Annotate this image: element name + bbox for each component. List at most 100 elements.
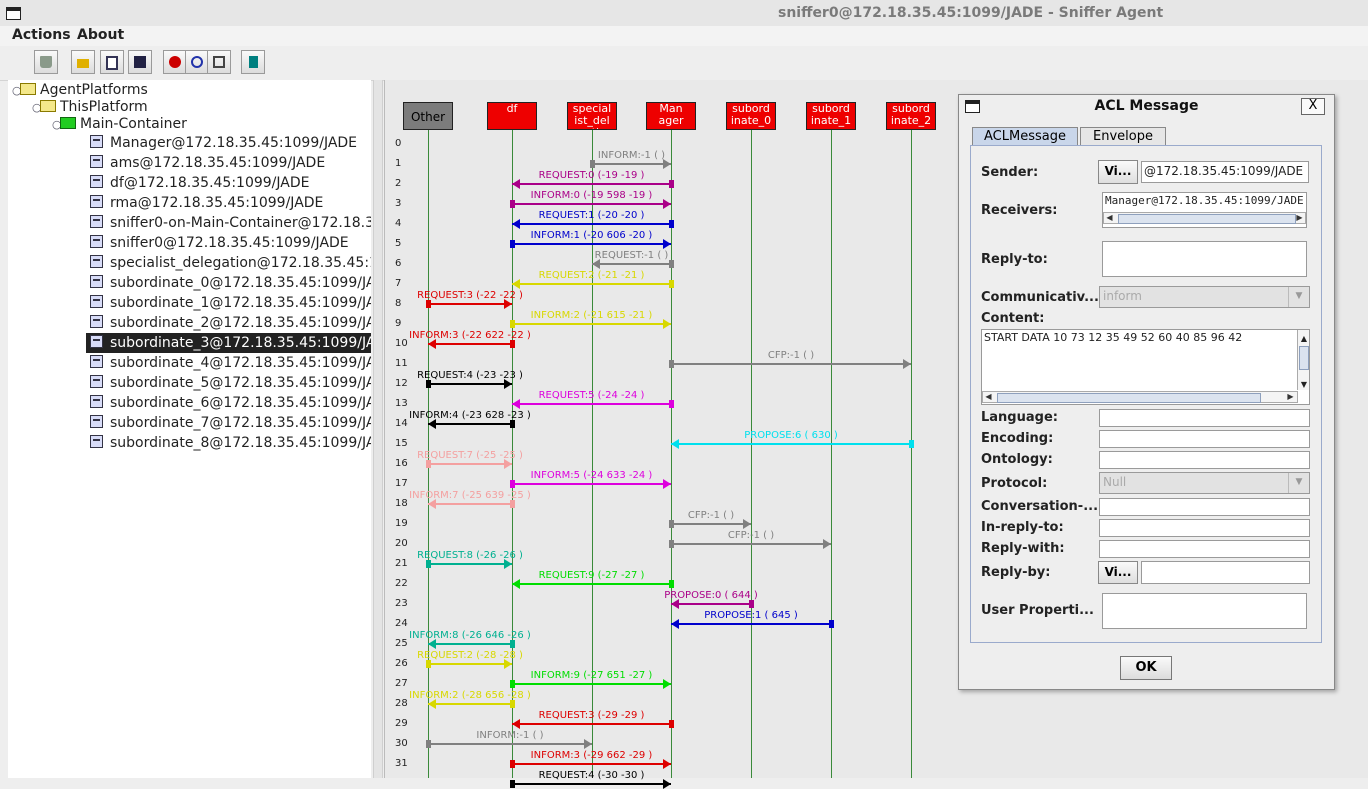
- message-arrow[interactable]: [671, 543, 831, 545]
- reply-by-field[interactable]: [1141, 561, 1310, 584]
- scroll-right-icon[interactable]: ▶: [1285, 392, 1296, 402]
- tree-agent-item[interactable]: subordinate_3@172.18.35.45:1099/JADE: [86, 333, 371, 353]
- reply-by-view-button[interactable]: Vi...: [1098, 561, 1138, 584]
- tree-agent-item[interactable]: subordinate_2@172.18.35.45:1099/JADE: [90, 313, 371, 333]
- message-arrow[interactable]: [592, 163, 671, 165]
- sender-field[interactable]: @172.18.35.45:1099/JADE: [1141, 161, 1309, 183]
- content-hscroll[interactable]: ◀ ▶: [982, 391, 1298, 403]
- message-arrow[interactable]: [671, 523, 751, 525]
- ok-button[interactable]: OK: [1120, 656, 1172, 680]
- message-arrow[interactable]: [428, 303, 512, 305]
- in-reply-to-field[interactable]: [1099, 519, 1310, 537]
- message-arrow[interactable]: [671, 623, 831, 625]
- tree-agent-item[interactable]: subordinate_8@172.18.35.45:1099/JADE: [90, 433, 371, 453]
- message-arrow[interactable]: [592, 263, 671, 265]
- tree-agent-item[interactable]: ams@172.18.35.45:1099/JADE: [90, 153, 329, 173]
- message-arrow[interactable]: [671, 603, 751, 605]
- scroll-right-icon[interactable]: ▶: [1294, 213, 1305, 223]
- document-button[interactable]: [100, 50, 124, 74]
- message-arrow[interactable]: [512, 483, 671, 485]
- protocol-select[interactable]: Null ▼: [1099, 472, 1310, 494]
- menu-about[interactable]: About: [77, 27, 124, 43]
- tree-handle-icon[interactable]: ○: [32, 98, 42, 118]
- open-button[interactable]: [71, 50, 95, 74]
- scroll-thumb[interactable]: [1118, 214, 1296, 224]
- window-menu-icon[interactable]: [6, 7, 21, 20]
- scroll-left-icon[interactable]: ◀: [983, 392, 994, 402]
- tree-agent-item[interactable]: subordinate_0@172.18.35.45:1099/JADE: [90, 273, 371, 293]
- chevron-down-icon[interactable]: ▼: [1288, 473, 1309, 493]
- tree-node-main-container[interactable]: ○ Main-Container: [52, 114, 187, 134]
- spiral-button[interactable]: [185, 50, 209, 74]
- tab-aclmessage[interactable]: ACLMessage: [972, 127, 1078, 145]
- message-arrow[interactable]: [512, 243, 671, 245]
- agent-box[interactable]: subord inate_0: [726, 102, 776, 130]
- agent-box[interactable]: Man ager: [646, 102, 696, 130]
- tree-handle-icon[interactable]: ○: [52, 115, 62, 135]
- reply-with-field[interactable]: [1099, 540, 1310, 558]
- message-arrow[interactable]: [428, 343, 512, 345]
- message-arrow[interactable]: [428, 563, 512, 565]
- ontology-field[interactable]: [1099, 451, 1310, 469]
- agent-box[interactable]: subord inate_2: [886, 102, 936, 130]
- language-field[interactable]: [1099, 409, 1310, 427]
- message-arrow[interactable]: [428, 643, 512, 645]
- exit-button[interactable]: [241, 50, 265, 74]
- tree-agent-item[interactable]: df@172.18.35.45:1099/JADE: [90, 173, 313, 193]
- conversation-id-field[interactable]: [1099, 498, 1310, 516]
- tree-agent-item[interactable]: specialist_delegation@172.18.35.45:1099/…: [90, 253, 371, 273]
- performative-select[interactable]: inform ▼: [1099, 286, 1310, 308]
- tab-envelope[interactable]: Envelope: [1080, 127, 1166, 145]
- scroll-thumb[interactable]: [1299, 346, 1309, 370]
- scroll-down-icon[interactable]: ▼: [1298, 376, 1309, 394]
- message-arrow[interactable]: [512, 323, 671, 325]
- filter-button[interactable]: [207, 50, 231, 74]
- scroll-thumb[interactable]: [997, 393, 1261, 403]
- content-textarea[interactable]: START DATA 10 73 12 35 49 52 60 40 85 96…: [981, 329, 1310, 405]
- chevron-down-icon[interactable]: ▼: [1288, 287, 1309, 307]
- reply-to-field[interactable]: [1102, 241, 1307, 277]
- message-arrow[interactable]: [428, 663, 512, 665]
- message-arrow[interactable]: [671, 443, 911, 445]
- tree-agent-item[interactable]: Manager@172.18.35.45:1099/JADE: [90, 133, 361, 153]
- message-arrow[interactable]: [512, 223, 671, 225]
- agent-box[interactable]: df: [487, 102, 537, 130]
- encoding-field[interactable]: [1099, 430, 1310, 448]
- receivers-hscroll[interactable]: ◀ ▶: [1103, 212, 1306, 224]
- agent-box[interactable]: special ist_del egation: [567, 102, 617, 130]
- message-arrow[interactable]: [512, 283, 671, 285]
- message-arrow[interactable]: [512, 583, 671, 585]
- message-arrow[interactable]: [428, 463, 512, 465]
- message-arrow[interactable]: [428, 503, 512, 505]
- message-arrow[interactable]: [512, 203, 671, 205]
- menu-actions[interactable]: Actions: [12, 27, 71, 43]
- sniff-agent-button[interactable]: [163, 50, 187, 74]
- message-arrow[interactable]: [512, 183, 671, 185]
- message-arrow[interactable]: [512, 723, 671, 725]
- tree-agent-item[interactable]: sniffer0-on-Main-Container@172.18.35.45:…: [90, 213, 371, 233]
- tree-handle-icon[interactable]: ○: [12, 81, 22, 101]
- tree-agent-item[interactable]: subordinate_6@172.18.35.45:1099/JADE: [90, 393, 371, 413]
- message-arrow[interactable]: [428, 703, 512, 705]
- sender-view-button[interactable]: Vi...: [1098, 160, 1138, 184]
- tree-agent-item[interactable]: rma@172.18.35.45:1099/JADE: [90, 193, 327, 213]
- tree-agent-item[interactable]: subordinate_7@172.18.35.45:1099/JADE: [90, 413, 371, 433]
- message-arrow[interactable]: [512, 783, 671, 785]
- message-arrow[interactable]: [428, 423, 512, 425]
- save-button[interactable]: [128, 50, 152, 74]
- receivers-list[interactable]: Manager@172.18.35.45:1099/JADE ◀ ▶: [1102, 192, 1307, 228]
- message-arrow[interactable]: [428, 743, 592, 745]
- user-properties-field[interactable]: [1102, 593, 1307, 629]
- scroll-left-icon[interactable]: ◀: [1104, 213, 1115, 223]
- message-arrow[interactable]: [512, 403, 671, 405]
- content-vscroll[interactable]: ▲ ▼: [1297, 330, 1309, 390]
- tree-agent-item[interactable]: subordinate_4@172.18.35.45:1099/JADE: [90, 353, 371, 373]
- agent-box[interactable]: Other: [403, 102, 453, 130]
- message-arrow[interactable]: [428, 383, 512, 385]
- tree-agent-item[interactable]: sniffer0@172.18.35.45:1099/JADE: [90, 233, 353, 253]
- message-arrow[interactable]: [512, 763, 671, 765]
- tree-agent-item[interactable]: subordinate_1@172.18.35.45:1099/JADE: [90, 293, 371, 313]
- message-arrow[interactable]: [671, 363, 911, 365]
- tree-agent-item[interactable]: subordinate_5@172.18.35.45:1099/JADE: [90, 373, 371, 393]
- clear-canvas-button[interactable]: [34, 50, 58, 74]
